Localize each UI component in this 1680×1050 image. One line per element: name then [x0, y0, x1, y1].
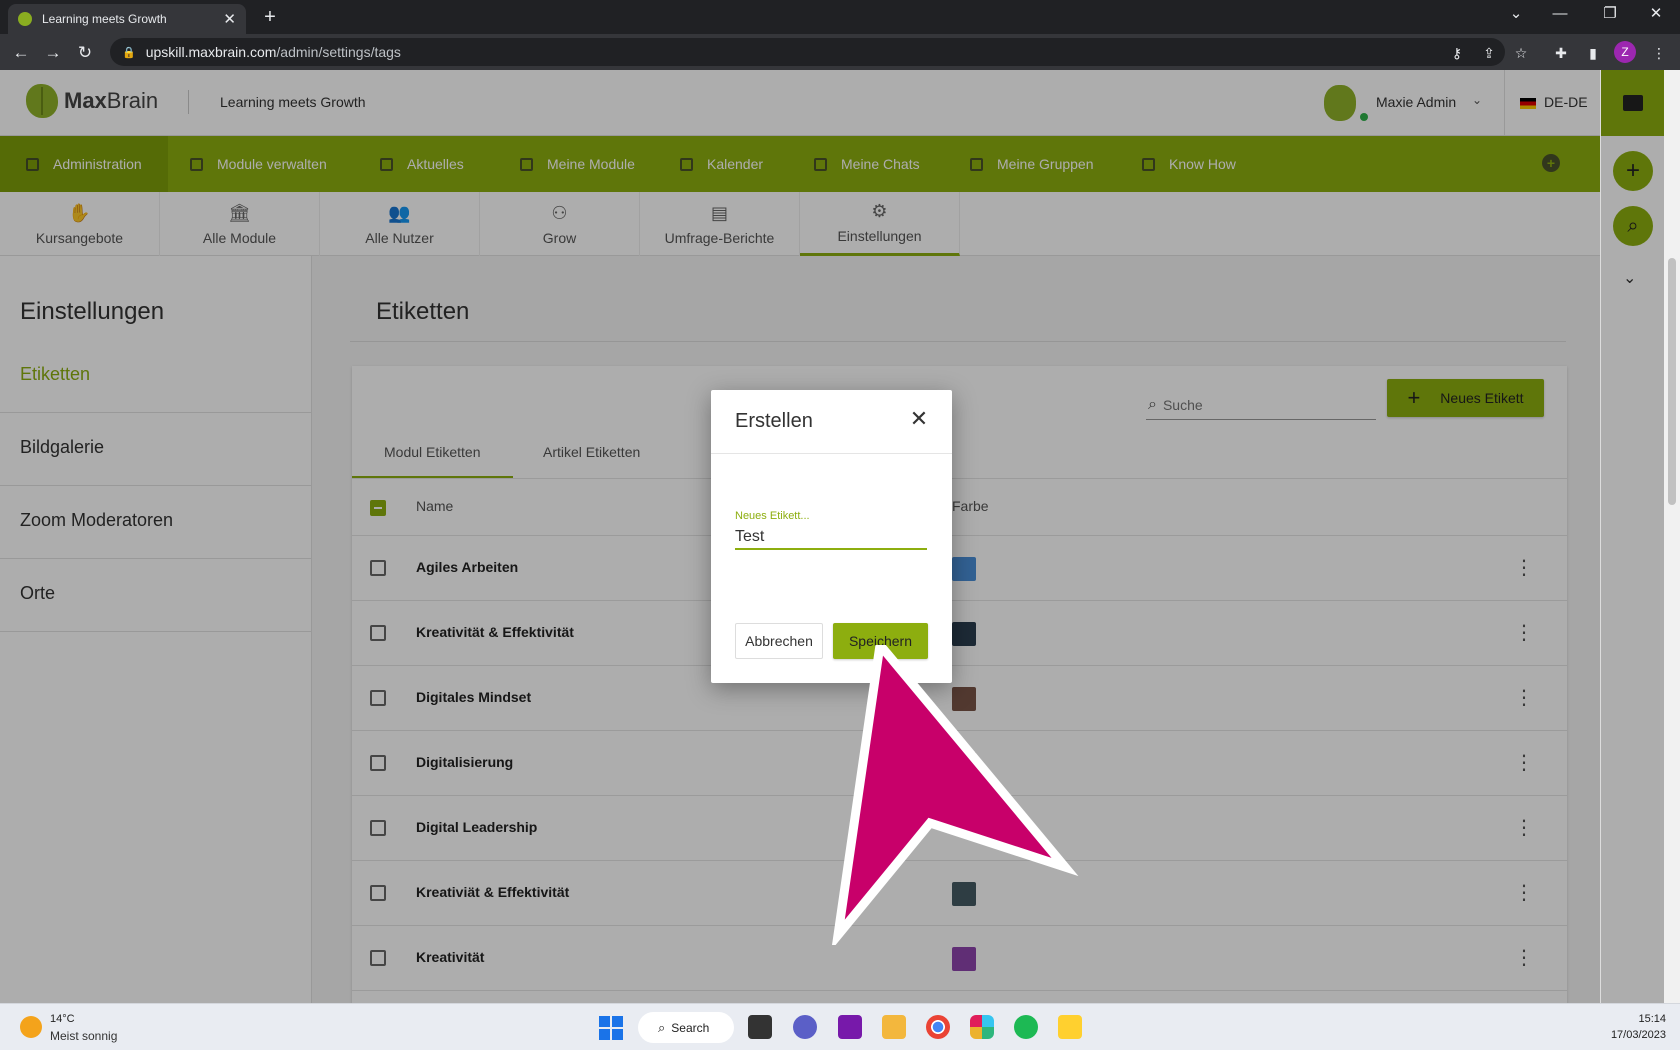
- url-field[interactable]: 🔒 upskill.maxbrain.com/admin/settings/ta…: [110, 38, 1505, 66]
- right-rail: + ⌕ ⌄: [1600, 70, 1665, 1003]
- taskbar-search[interactable]: ⌕ Search: [638, 1012, 734, 1043]
- minimize-button[interactable]: —: [1540, 0, 1580, 30]
- restore-button[interactable]: ❐: [1590, 0, 1630, 30]
- browser-tab-title: Learning meets Growth: [42, 12, 167, 26]
- bookmark-star-icon[interactable]: ☆: [1508, 40, 1534, 66]
- rail-backdrop: [1601, 70, 1665, 1003]
- slack-icon[interactable]: [970, 1015, 994, 1039]
- browser-tab-bar: [0, 0, 1680, 34]
- new-tab-button[interactable]: +: [258, 6, 282, 30]
- teams-icon[interactable]: [793, 1015, 817, 1039]
- reload-icon[interactable]: ↻: [72, 40, 98, 66]
- taskbar-date[interactable]: 17/03/2023: [1590, 1029, 1666, 1041]
- profile-avatar[interactable]: Z: [1614, 41, 1636, 63]
- search-icon: ⌕: [658, 1019, 666, 1035]
- url-path: /admin/settings/tags: [276, 44, 401, 60]
- back-icon[interactable]: ←: [8, 40, 34, 66]
- file-explorer-icon[interactable]: [882, 1015, 906, 1039]
- windows-taskbar: 14°C Meist sonnig ⌕ Search 15:14 17/03/20…: [0, 1003, 1680, 1050]
- taskbar-time[interactable]: 15:14: [1604, 1013, 1666, 1025]
- tab-search-icon[interactable]: ⌄: [1496, 0, 1536, 30]
- key-icon[interactable]: ⚷: [1444, 40, 1470, 66]
- spotify-icon[interactable]: [1014, 1015, 1038, 1039]
- close-tab-icon[interactable]: ✕: [223, 10, 236, 28]
- weather-description: Meist sonnig: [50, 1029, 118, 1043]
- create-tag-dialog: Erstellen ✕ Neues Etikett... Abbrechen S…: [711, 390, 952, 683]
- favicon-icon: [18, 12, 32, 26]
- share-icon[interactable]: ⇪: [1476, 40, 1502, 66]
- close-window-button[interactable]: ✕: [1636, 0, 1676, 30]
- browser-tab[interactable]: Learning meets Growth ✕: [8, 4, 246, 34]
- forward-icon[interactable]: →: [40, 40, 66, 66]
- extensions-icon[interactable]: ✚: [1548, 40, 1574, 66]
- onenote-icon[interactable]: [838, 1015, 862, 1039]
- close-icon[interactable]: ✕: [907, 406, 931, 432]
- menu-kebab-icon[interactable]: ⋮: [1646, 40, 1672, 66]
- tag-name-label: Neues Etikett...: [735, 510, 810, 522]
- dialog-title: Erstellen: [735, 410, 813, 432]
- tag-name-input[interactable]: [735, 526, 927, 550]
- taskbar-search-label: Search: [671, 1020, 710, 1035]
- miro-icon[interactable]: [1058, 1015, 1082, 1039]
- annotation-arrow-icon: [832, 645, 1079, 945]
- page-scrollbar[interactable]: [1664, 70, 1680, 1003]
- dialog-divider: [711, 453, 952, 454]
- weather-sun-icon[interactable]: [20, 1016, 42, 1038]
- lock-icon: 🔒: [122, 46, 136, 59]
- url-host: upskill.maxbrain.com: [145, 44, 277, 60]
- cancel-button[interactable]: Abbrechen: [735, 623, 823, 659]
- sidepanel-icon[interactable]: ▮: [1580, 40, 1606, 66]
- windows-start-icon[interactable]: [599, 1016, 623, 1040]
- chrome-icon[interactable]: [926, 1015, 950, 1039]
- weather-temperature: 14°C: [50, 1013, 75, 1025]
- task-view-icon[interactable]: [748, 1015, 772, 1039]
- scrollbar-thumb[interactable]: [1668, 258, 1676, 505]
